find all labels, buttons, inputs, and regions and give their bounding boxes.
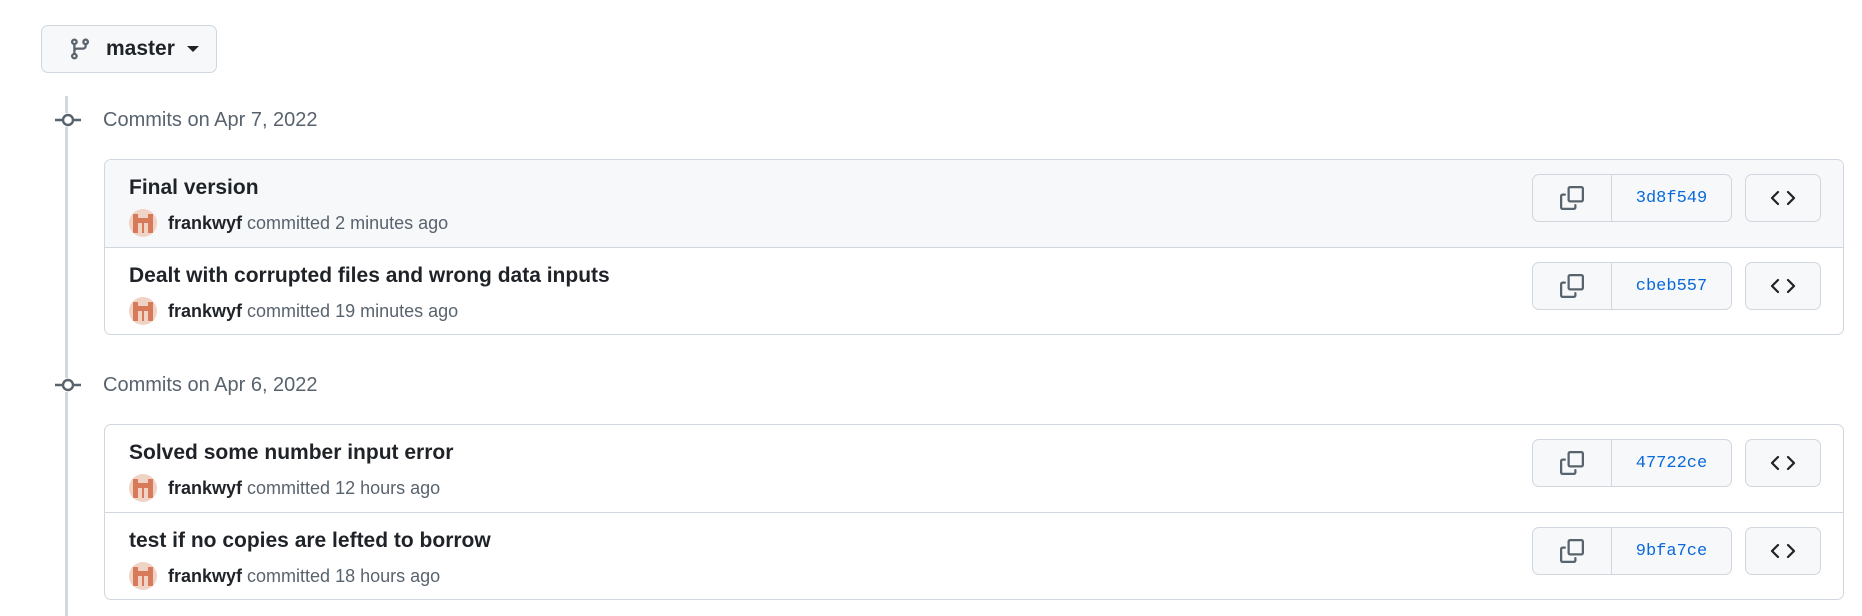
commit-author-link[interactable]: frankwyf [168,478,242,499]
commit-sha-button-group: 9bfa7ce [1532,527,1732,575]
commit-row: Solved some number input error frankwyf … [105,425,1843,512]
commit-author-link[interactable]: frankwyf [168,213,242,234]
commit-list: Solved some number input error frankwyf … [104,424,1844,600]
commit-verb: committed [247,212,331,233]
caret-down-icon [186,45,199,53]
commit-sha-button-group: 47722ce [1532,439,1732,487]
copy-sha-button[interactable] [1533,175,1612,221]
branch-name: master [106,37,175,60]
commit-sha-button-group: 3d8f549 [1532,174,1732,222]
browse-repository-button[interactable] [1745,262,1821,310]
commit-time: 18 hours ago [335,565,441,586]
copy-icon [1560,451,1584,475]
commit-meta: frankwyf committed 2 minutes ago [129,209,448,237]
git-commit-icon [55,113,81,127]
commit-time: 2 minutes ago [335,212,449,233]
commit-author-link[interactable]: frankwyf [168,301,242,322]
commit-row: test if no copies are lefted to borrow f… [105,512,1843,599]
code-icon [1770,542,1796,560]
commit-sha-link[interactable]: 3d8f549 [1612,175,1731,221]
commit-group-title: Commits on Apr 6, 2022 [103,373,318,396]
commit-sha-button-group: cbeb557 [1532,262,1732,310]
commit-sha-link[interactable]: 47722ce [1612,440,1731,486]
copy-sha-button[interactable] [1533,440,1612,486]
code-icon [1770,454,1796,472]
code-icon [1770,189,1796,207]
commit-row: Dealt with corrupted files and wrong dat… [105,247,1843,334]
commit-message-link[interactable]: Solved some number input error [129,441,453,465]
commit-time: 12 hours ago [335,477,441,498]
copy-icon [1560,274,1584,298]
browse-repository-button[interactable] [1745,527,1821,575]
commit-message-link[interactable]: Dealt with corrupted files and wrong dat… [129,264,610,288]
avatar[interactable] [129,474,157,502]
commit-meta: frankwyf committed 12 hours ago [129,474,440,502]
commit-verb: committed [247,565,331,586]
commit-group-title: Commits on Apr 7, 2022 [103,108,318,131]
commit-message-link[interactable]: Final version [129,176,259,200]
avatar[interactable] [129,562,157,590]
browse-repository-button[interactable] [1745,439,1821,487]
copy-icon [1560,539,1584,563]
commit-sha-link[interactable]: 9bfa7ce [1612,528,1731,574]
commit-meta: frankwyf committed 18 hours ago [129,562,440,590]
commit-group-header: Commits on Apr 7, 2022 [55,105,318,135]
commit-meta: frankwyf committed 19 minutes ago [129,297,458,325]
commit-row: Final version frankwyf committed 2 minut… [105,160,1843,247]
branch-selector-button[interactable]: master [41,25,217,73]
commit-message-link[interactable]: test if no copies are lefted to borrow [129,529,491,553]
commit-verb: committed [247,300,331,321]
commit-group-header: Commits on Apr 6, 2022 [55,370,318,400]
browse-repository-button[interactable] [1745,174,1821,222]
copy-sha-button[interactable] [1533,263,1612,309]
commit-verb: committed [247,477,331,498]
avatar[interactable] [129,297,157,325]
commit-author-link[interactable]: frankwyf [168,566,242,587]
avatar[interactable] [129,209,157,237]
commit-time: 19 minutes ago [335,300,459,321]
copy-sha-button[interactable] [1533,528,1612,574]
git-branch-icon [68,37,92,61]
timeline-line [65,96,68,616]
git-commit-icon [55,378,81,392]
commit-sha-link[interactable]: cbeb557 [1612,263,1731,309]
commit-list: Final version frankwyf committed 2 minut… [104,159,1844,335]
code-icon [1770,277,1796,295]
copy-icon [1560,186,1584,210]
